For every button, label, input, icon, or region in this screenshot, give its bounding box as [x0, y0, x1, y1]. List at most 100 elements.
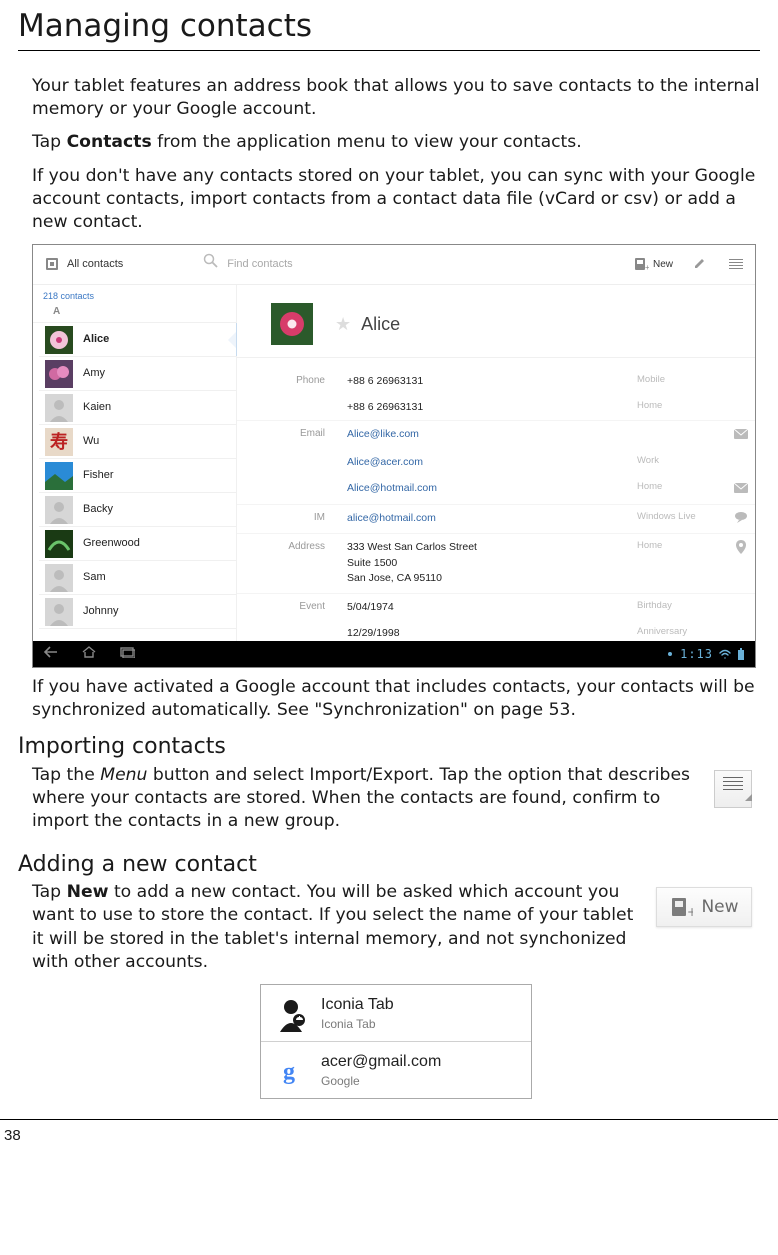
contact-detail-row[interactable]: Address 333 West San Carlos StreetSuite …: [237, 533, 755, 593]
detail-type: Birthday: [637, 600, 727, 614]
account-icon: [271, 993, 311, 1033]
search-icon[interactable]: [203, 253, 219, 276]
contact-list-item[interactable]: Sam: [39, 561, 236, 595]
new-contact-icon: +: [669, 896, 693, 918]
account-type: Iconia Tab: [321, 1016, 394, 1032]
detail-value: Alice@like.com: [347, 427, 637, 443]
contact-detail-row[interactable]: +88 6 26963131 Home: [237, 394, 755, 420]
new-button-label: New: [701, 896, 738, 919]
detail-type: Work: [637, 455, 727, 469]
account-name: Iconia Tab: [321, 994, 394, 1016]
adding-heading: Adding a new contact: [18, 850, 760, 880]
contact-photo[interactable]: [271, 303, 313, 345]
detail-action-icon: [727, 374, 755, 388]
detail-action-icon: [727, 600, 755, 614]
contact-detail-row[interactable]: Email Alice@like.com: [237, 420, 755, 449]
detail-action-icon: [727, 400, 755, 414]
intro-paragraph-2: Tap Contacts from the application menu t…: [32, 131, 760, 154]
contact-count: 218 contacts: [33, 285, 236, 305]
svg-text:+: +: [687, 905, 693, 918]
new-contact-label[interactable]: New: [653, 258, 673, 272]
contact-list-item[interactable]: Fisher: [39, 459, 236, 493]
search-input[interactable]: Find contacts: [227, 257, 292, 272]
contact-list-item[interactable]: Greenwood: [39, 527, 236, 561]
page-title: Managing contacts: [18, 6, 760, 51]
edit-icon[interactable]: [693, 255, 707, 274]
contact-list-name: Backy: [83, 502, 113, 517]
contact-list-item[interactable]: Kaien: [39, 391, 236, 425]
detail-value: 333 West San Carlos StreetSuite 1500San …: [347, 540, 637, 587]
detail-action-icon[interactable]: [727, 511, 755, 527]
page-number: 38: [0, 1127, 21, 1144]
contact-list-item[interactable]: 寿 Wu: [39, 425, 236, 459]
back-icon[interactable]: [43, 645, 59, 663]
contact-list-item[interactable]: Backy: [39, 493, 236, 527]
detail-field-label: [237, 455, 347, 469]
detail-type: Home: [637, 481, 727, 497]
contact-list-name: Greenwood: [83, 536, 140, 551]
detail-action-icon[interactable]: [727, 540, 755, 587]
contact-thumbnail: [45, 598, 73, 626]
favorite-star-icon[interactable]: ★: [335, 312, 351, 336]
detail-action-icon: [727, 455, 755, 469]
contact-list-name: Sam: [83, 570, 106, 585]
detail-value: 5/04/1974: [347, 600, 637, 614]
detail-type: Home: [637, 540, 727, 587]
contact-detail-row[interactable]: IM alice@hotmail.com Windows Live: [237, 504, 755, 533]
status-icon: [666, 649, 674, 659]
contact-detail-row[interactable]: Event 5/04/1974 Birthday: [237, 593, 755, 620]
list-section-letter: A: [33, 305, 236, 324]
detail-field-label: Event: [237, 600, 347, 614]
contact-detail-row[interactable]: Alice@acer.com Work: [237, 449, 755, 475]
detail-action-icon[interactable]: [727, 481, 755, 497]
detail-field-label: IM: [237, 511, 347, 527]
contact-detail-row[interactable]: 12/29/1998 Anniversary: [237, 620, 755, 646]
intro-paragraph-1: Your tablet features an address book tha…: [32, 75, 760, 121]
account-option[interactable]: g acer@gmail.com Google: [261, 1041, 531, 1098]
contact-thumbnail: 寿: [45, 428, 73, 456]
contact-thumbnail: [45, 394, 73, 422]
contact-list-name: Johnny: [83, 604, 118, 619]
contacts-source-label[interactable]: All contacts: [67, 257, 123, 272]
account-option[interactable]: Iconia Tab Iconia Tab: [261, 985, 531, 1041]
contacts-screenshot: All contacts Find contacts + New: [32, 244, 760, 668]
svg-text:寿: 寿: [50, 431, 68, 452]
importing-paragraph: Tap the Menu button and select Import/Ex…: [32, 764, 760, 834]
menu-icon[interactable]: [714, 770, 752, 808]
new-contact-icon[interactable]: +: [633, 257, 649, 271]
contact-list-item[interactable]: Alice: [39, 323, 236, 357]
contact-detail-row[interactable]: Phone +88 6 26963131 Mobile: [237, 368, 755, 394]
detail-value: Alice@hotmail.com: [347, 481, 637, 497]
detail-action-icon: [727, 626, 755, 640]
wifi-icon: [719, 649, 731, 659]
new-button[interactable]: + New: [656, 887, 752, 927]
contact-list-item[interactable]: Johnny: [39, 595, 236, 629]
contact-thumbnail: [45, 564, 73, 592]
detail-type: Home: [637, 400, 727, 414]
menu-icon[interactable]: [729, 259, 743, 269]
recent-apps-icon[interactable]: [119, 645, 135, 663]
detail-field-label: [237, 626, 347, 640]
detail-value: Alice@acer.com: [347, 455, 637, 469]
contacts-source-icon[interactable]: [45, 257, 61, 271]
contact-list-name: Fisher: [83, 468, 114, 483]
sync-note: If you have activated a Google account t…: [32, 676, 760, 722]
account-chooser-dialog: Iconia Tab Iconia Tab g acer@gmail.com G…: [260, 984, 532, 1099]
contacts-app-name: Contacts: [67, 132, 152, 152]
detail-value: 12/29/1998: [347, 626, 637, 640]
contact-list-item[interactable]: Amy: [39, 357, 236, 391]
contact-list-name: Wu: [83, 434, 99, 449]
contact-detail-row[interactable]: Alice@hotmail.com Home: [237, 475, 755, 503]
contact-list-name: Amy: [83, 366, 105, 381]
contact-name: Alice: [361, 312, 400, 336]
detail-type: [637, 427, 727, 443]
detail-action-icon[interactable]: [727, 427, 755, 443]
intro-paragraph-3: If you don't have any contacts stored on…: [32, 165, 760, 235]
home-icon[interactable]: [81, 645, 97, 663]
detail-field-label: Address: [237, 540, 347, 587]
adding-paragraph: Tap New to add a new contact. You will b…: [32, 881, 760, 974]
importing-heading: Importing contacts: [18, 732, 760, 762]
contact-list-name: Alice: [83, 332, 109, 347]
account-name: acer@gmail.com: [321, 1051, 441, 1073]
contact-thumbnail: [45, 530, 73, 558]
